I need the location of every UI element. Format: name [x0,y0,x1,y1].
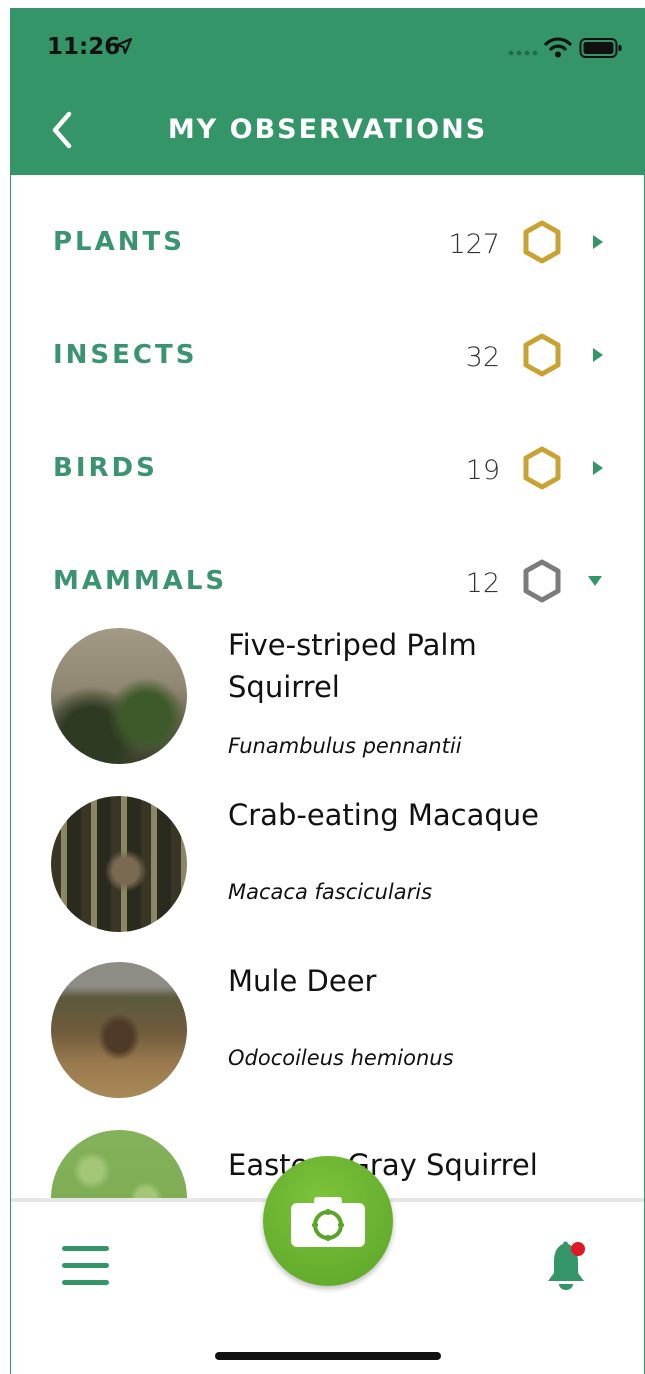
category-count: 12 [465,568,500,599]
observation-photo [51,628,187,764]
hexagon-badge-icon [523,333,561,377]
category-count: 19 [465,455,500,486]
category-row-birds[interactable]: BIRDS 19 [11,425,644,515]
observation-common-name: Crab-eating Macaque [228,798,539,832]
home-indicator [215,1352,441,1360]
hamburger-menu-icon[interactable] [61,1245,111,1287]
observation-item[interactable]: Crab-eating Macaque Macaca fascicularis [11,788,644,938]
category-label: MAMMALS [53,566,228,596]
caret-right-icon [593,235,603,249]
observation-scientific-name: Odocoileus hemionus [228,1046,454,1070]
observation-photo [51,962,187,1098]
category-label: BIRDS [53,453,158,483]
caret-right-icon [593,461,603,475]
category-count: 32 [465,342,500,373]
caret-down-icon [588,576,602,586]
app-frame: 11:26 MY OBSERVATIONS PLANTS 127 INSECTS… [10,8,645,1374]
observation-scientific-name: Macaca fascicularis [228,880,433,904]
category-row-insects[interactable]: INSECTS 32 [11,312,644,402]
category-row-plants[interactable]: PLANTS 127 [11,199,644,289]
observation-photo [51,796,187,932]
status-time: 11:26 [47,34,121,60]
location-arrow-icon [115,37,133,55]
battery-icon [579,38,622,58]
category-row-mammals[interactable]: MAMMALS 12 [11,538,644,628]
category-count: 127 [448,229,500,260]
observation-item[interactable]: Five-striped Palm Squirrel Funambulus pe… [11,620,644,770]
bell-notification-icon[interactable] [538,1238,594,1294]
hexagon-badge-icon [523,559,561,603]
hexagon-badge-icon [523,446,561,490]
camera-capture-button[interactable] [263,1156,393,1286]
observation-common-name: Mule Deer [228,964,377,998]
category-label: PLANTS [53,227,185,257]
signal-icon [508,50,538,56]
observation-common-name: Five-striped Palm Squirrel [228,628,477,704]
page-title: MY OBSERVATIONS [167,114,488,145]
wifi-icon [544,37,572,58]
header: 11:26 MY OBSERVATIONS [11,8,644,175]
observation-item[interactable]: Mule Deer Odocoileus hemionus [11,954,644,1104]
observation-scientific-name: Funambulus pennantii [228,734,462,758]
caret-right-icon [593,348,603,362]
category-label: INSECTS [53,340,198,370]
camera-icon [291,1197,365,1247]
hexagon-badge-icon [523,220,561,264]
